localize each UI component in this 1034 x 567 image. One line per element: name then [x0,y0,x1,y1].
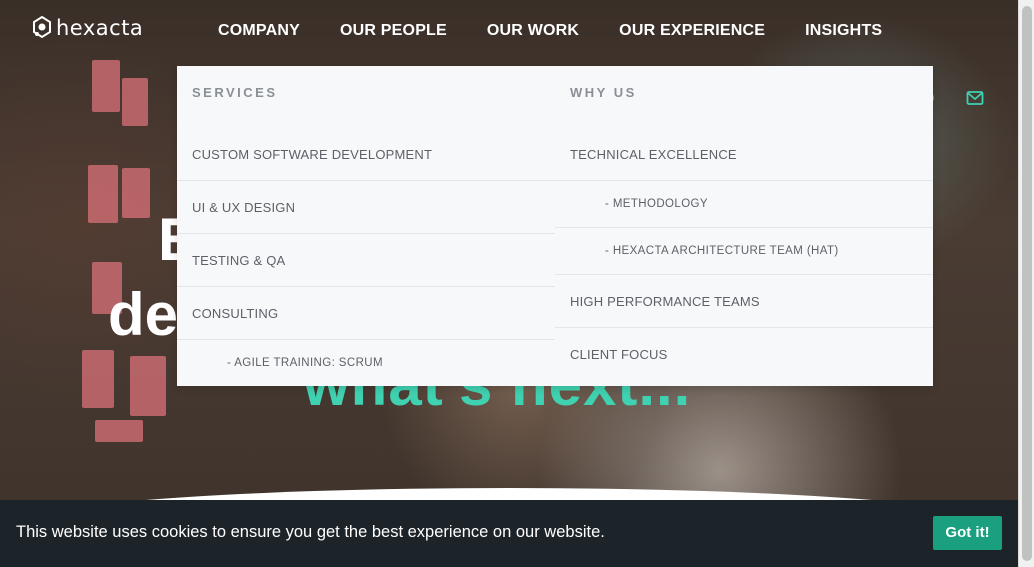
menu-consulting[interactable]: CONSULTING [177,287,555,340]
main-nav: COMPANY OUR PEOPLE OUR WORK OUR EXPERIEN… [218,22,922,40]
menu-testing-qa[interactable]: TESTING & QA [177,234,555,287]
hexacta-logo-icon [33,16,51,39]
company-dropdown-menu: SERVICES CUSTOM SOFTWARE DEVELOPMENT UI … [177,66,933,386]
menu-custom-software-development[interactable]: CUSTOM SOFTWARE DEVELOPMENT [177,128,555,181]
nav-our-experience[interactable]: OUR EXPERIENCE [619,22,765,40]
menu-methodology[interactable]: - METHODOLOGY [555,181,933,228]
brand-name: hexacta [56,16,144,40]
page-scrollbar[interactable] [1018,0,1034,567]
hero-title-line2: de [108,281,179,348]
menu-ui-ux-design[interactable]: UI & UX DESIGN [177,181,555,234]
mail-icon[interactable] [966,90,984,106]
sticky-note [92,60,120,112]
nav-insights[interactable]: INSIGHTS [805,22,882,40]
services-heading: SERVICES [192,85,278,100]
sticky-note [88,165,118,223]
menu-high-performance-teams[interactable]: HIGH PERFORMANCE TEAMS [555,275,933,328]
nav-our-work[interactable]: OUR WORK [487,22,579,40]
nav-company[interactable]: COMPANY [218,22,300,40]
cookie-banner: This website uses cookies to ensure you … [0,500,1018,567]
why-us-column: WHY US TECHNICAL EXCELLENCE - METHODOLOG… [555,66,933,386]
why-us-heading: WHY US [570,85,637,100]
menu-hexacta-architecture-team[interactable]: - HEXACTA ARCHITECTURE TEAM (HAT) [555,228,933,275]
sticky-note [122,78,148,126]
cookie-accept-button[interactable]: Got it! [933,516,1002,550]
menu-agile-training-scrum[interactable]: - AGILE TRAINING: SCRUM [177,340,555,387]
cookie-message: This website uses cookies to ensure you … [16,523,605,541]
scrollbar-thumb[interactable] [1022,6,1032,561]
menu-client-focus[interactable]: CLIENT FOCUS [555,328,933,381]
sticky-note [130,356,166,416]
sticky-note [122,168,150,218]
sticky-note [82,350,114,408]
services-column: SERVICES CUSTOM SOFTWARE DEVELOPMENT UI … [177,66,555,386]
brand-logo[interactable]: hexacta [32,16,143,40]
sticky-note [95,420,143,442]
nav-our-people[interactable]: OUR PEOPLE [340,22,447,40]
menu-technical-excellence[interactable]: TECHNICAL EXCELLENCE [555,128,933,181]
